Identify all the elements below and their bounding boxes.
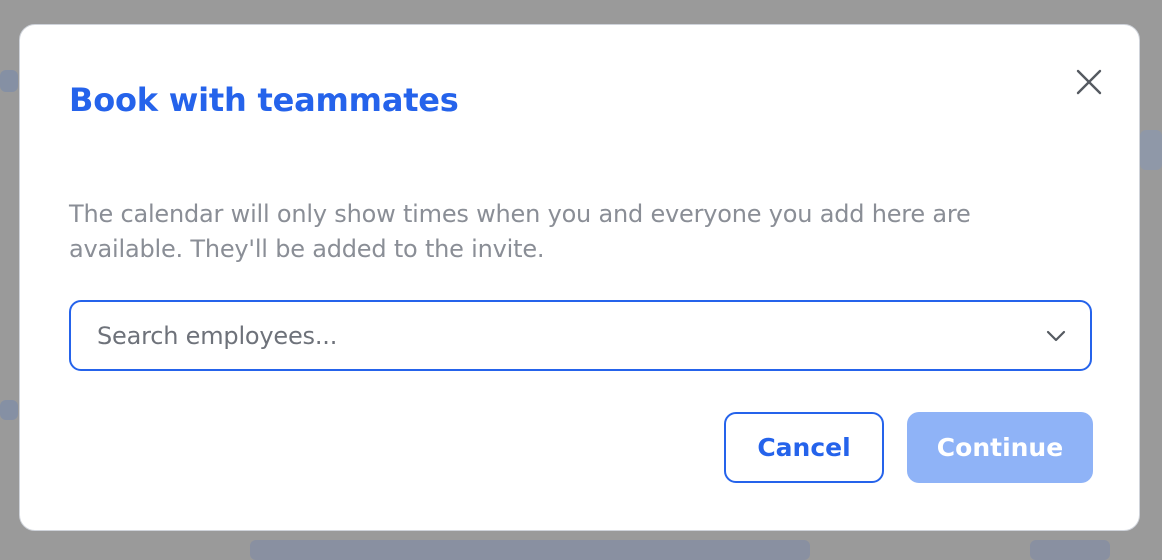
background-page-hint <box>1030 540 1110 560</box>
employee-search-input[interactable] <box>95 320 1044 351</box>
dialog-title: Book with teammates <box>69 81 459 119</box>
cancel-button[interactable]: Cancel <box>724 412 884 483</box>
dialog-description: The calendar will only show times when y… <box>69 200 971 263</box>
book-with-teammates-dialog: Book with teammates The calendar will on… <box>19 24 1140 531</box>
background-page-hint <box>0 70 18 92</box>
close-button[interactable] <box>1070 63 1108 101</box>
background-page-hint <box>0 400 18 420</box>
background-page-hint <box>250 540 810 560</box>
close-icon <box>1076 69 1102 95</box>
chevron-down-icon[interactable] <box>1044 324 1068 348</box>
background-page-hint <box>1140 130 1162 170</box>
continue-button[interactable]: Continue <box>907 412 1093 483</box>
employee-search-select[interactable] <box>69 300 1092 371</box>
